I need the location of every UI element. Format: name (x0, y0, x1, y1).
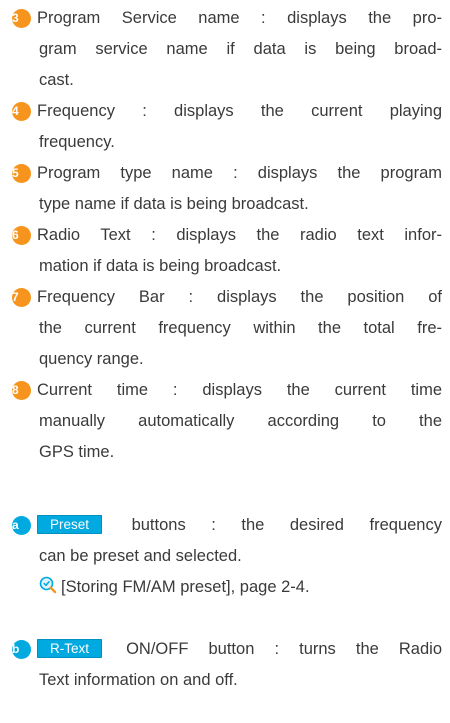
list-item-text: Frequency Bar : displays the position of (37, 288, 442, 306)
list-item-line: a Preset buttons : the desired frequency (12, 510, 442, 541)
list-item-text: Radio Text : displays the radio text inf… (37, 226, 442, 244)
list-item-text: can be preset and selected. (39, 547, 242, 565)
list-item-text: Text information on and off. (39, 671, 238, 689)
list-item-6: 6 Radio Text : displays the radio text in… (12, 220, 442, 282)
list-item-text: Program Service name : displays the pro- (37, 9, 442, 27)
number-marker-5: 5 (12, 164, 31, 183)
list-item-line: 3 Program Service name : displays the pro… (12, 3, 442, 34)
list-item-line: 7 Frequency Bar : displays the position o… (12, 282, 442, 313)
list-item-line: b R-Text ON/OFF button : turns the Radio (12, 634, 442, 665)
number-marker-6: 6 (12, 226, 31, 245)
list-item-line: 8 Current time : displays the current tim… (12, 375, 442, 406)
list-item-text: GPS time. (39, 443, 115, 461)
list-item-text: frequency. (39, 133, 115, 151)
list-item-line: 4 Frequency : displays the current playin… (12, 96, 442, 127)
list-item-text: Frequency : displays the current playing (37, 102, 442, 120)
number-marker-8: 8 (12, 381, 31, 400)
list-item-4: 4 Frequency : displays the current playin… (12, 96, 442, 158)
manual-page: 3 Program Service name : displays the pro… (0, 0, 450, 723)
list-item-5: 5 Program type name : displays the progra… (12, 158, 442, 220)
r-text-button[interactable]: R-Text (37, 639, 103, 658)
number-marker-4: 4 (12, 102, 31, 121)
list-item-text: Program type name : displays the program (37, 164, 442, 182)
list-item-text: Current time : displays the current time (37, 381, 442, 399)
list-item-text: cast. (39, 71, 74, 89)
list-item-text: type name if data is being broadcast. (39, 195, 309, 213)
list-item-text: manually automatically according to the (39, 412, 442, 430)
button-description-r-text: b R-Text ON/OFF button : turns the Radio … (12, 634, 442, 696)
list-item-line: 6 Radio Text : displays the radio text in… (12, 220, 442, 251)
list-item-text: the current frequency within the total f… (39, 319, 442, 337)
list-item-text: gram service name if data is being broad… (39, 40, 442, 58)
number-marker-3: 3 (12, 9, 31, 28)
preset-button[interactable]: Preset (37, 515, 103, 534)
number-marker-7: 7 (12, 288, 31, 307)
list-item-7: 7 Frequency Bar : displays the position o… (12, 282, 442, 375)
list-item-text: ON/OFF button : turns the Radio (126, 640, 442, 658)
letter-marker-b: b (12, 640, 31, 659)
letter-marker-a: a (12, 516, 31, 535)
page-reference-link[interactable]: [Storing FM/AM preset], page 2-4. (61, 578, 310, 596)
magnifier-reference-icon (39, 574, 57, 594)
button-description-preset: a Preset buttons : the desired frequency … (12, 510, 442, 603)
list-item-text: quency range. (39, 350, 144, 368)
list-item-8: 8 Current time : displays the current tim… (12, 375, 442, 468)
list-item-3: 3 Program Service name : displays the pro… (12, 3, 442, 96)
list-item-line: 5 Program type name : displays the progra… (12, 158, 442, 189)
reference-line: [Storing FM/AM preset], page 2-4. (12, 572, 442, 603)
list-item-text: buttons : the desired frequency (131, 516, 442, 534)
list-item-text: mation if data is being broadcast. (39, 257, 282, 275)
